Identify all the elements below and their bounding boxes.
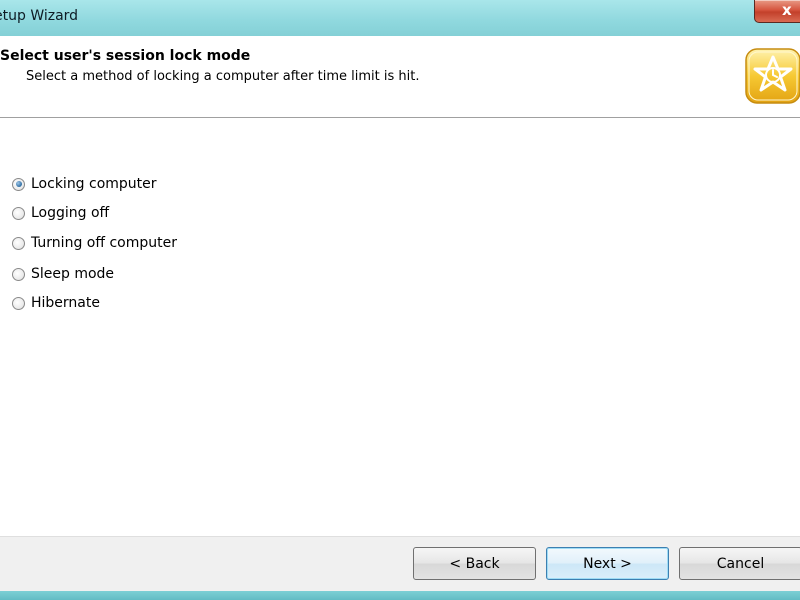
- radio-unselected[interactable]: [12, 236, 25, 250]
- option-label: Turning off computer: [31, 235, 177, 251]
- close-icon: x: [782, 1, 792, 19]
- option-label: Sleep mode: [31, 266, 115, 282]
- close-button[interactable]: x: [754, 0, 800, 23]
- cancel-button[interactable]: Cancel: [679, 547, 800, 580]
- page-title: Select user's session lock mode: [0, 48, 251, 64]
- radio-unselected[interactable]: [12, 296, 25, 310]
- setup-wizard-window: etup Wizard x Select user's session lock…: [0, 0, 800, 600]
- wizard-body: Select user's session lock mode Select a…: [0, 36, 800, 592]
- page-subtitle: Select a method of locking a computer af…: [26, 69, 420, 84]
- option-sleep-mode[interactable]: Sleep mode: [12, 264, 114, 284]
- back-button[interactable]: < Back: [413, 547, 536, 580]
- option-label: Locking computer: [31, 176, 157, 192]
- header-divider: [0, 117, 800, 119]
- star-badge-icon: [745, 48, 800, 104]
- wizard-header: Select user's session lock mode Select a…: [0, 36, 800, 117]
- next-button[interactable]: Next >: [546, 547, 669, 580]
- radio-unselected[interactable]: [12, 206, 25, 220]
- title-bar[interactable]: etup Wizard x: [0, 0, 800, 36]
- option-label: Logging off: [31, 205, 110, 221]
- window-bottom-border: [0, 591, 800, 600]
- button-bar: < Back Next > Cancel: [0, 536, 800, 592]
- window-title: etup Wizard: [0, 8, 79, 24]
- option-locking-computer[interactable]: Locking computer: [12, 174, 157, 194]
- option-logging-off[interactable]: Logging off: [12, 203, 109, 223]
- radio-unselected[interactable]: [12, 267, 25, 281]
- option-label: Hibernate: [31, 295, 100, 311]
- option-hibernate[interactable]: Hibernate: [12, 293, 100, 313]
- option-turning-off-computer[interactable]: Turning off computer: [12, 233, 177, 253]
- radio-selected[interactable]: [12, 177, 25, 191]
